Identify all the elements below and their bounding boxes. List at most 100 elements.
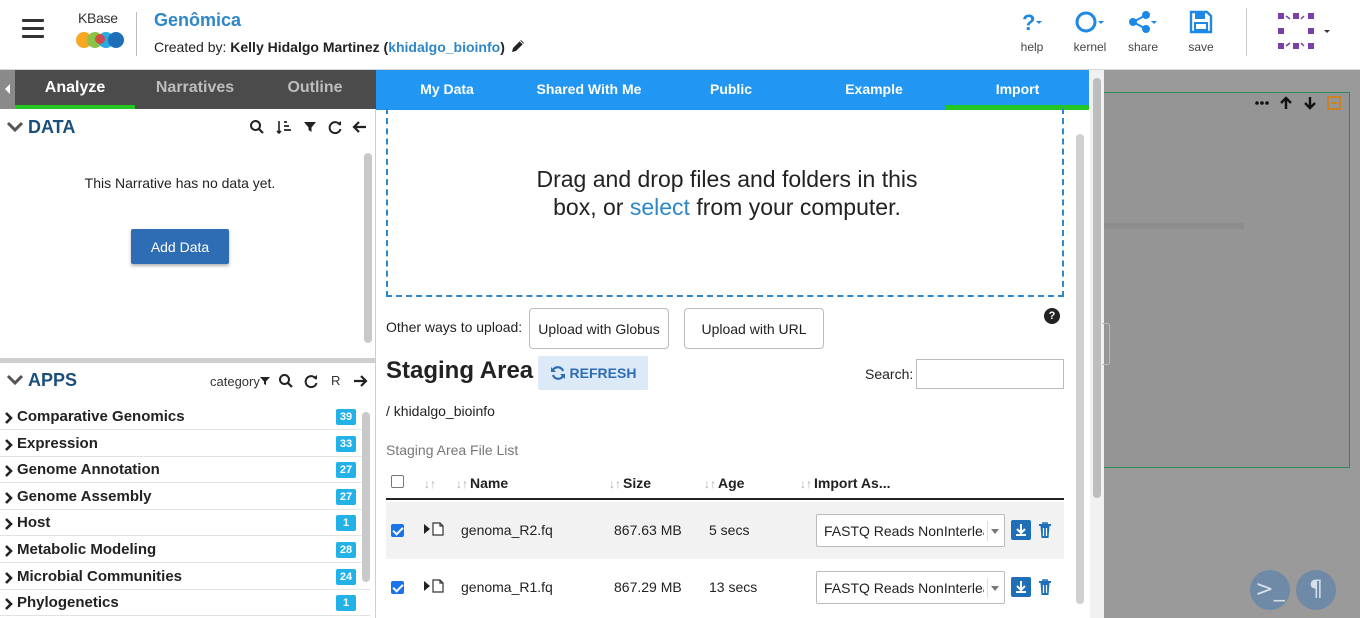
refresh-icon[interactable] xyxy=(303,373,319,389)
app-count-badge: 27 xyxy=(336,462,356,478)
chevron-down-icon[interactable] xyxy=(7,374,23,386)
logo-dots-icon xyxy=(76,32,124,48)
select-all-checkbox[interactable] xyxy=(391,475,404,488)
column-name[interactable]: ↓↑ Name xyxy=(456,475,508,491)
app-category-row[interactable]: Genome Annotation 27 xyxy=(0,457,370,483)
help-button[interactable]: ? help xyxy=(1008,10,1056,54)
app-category-name: Expression xyxy=(17,435,98,452)
app-category-row[interactable]: Microbial Communities 24 xyxy=(0,564,370,590)
app-category-row[interactable]: Phylogenetics 1 xyxy=(0,590,370,616)
app-count-badge: 1 xyxy=(336,515,356,531)
staging-search-input[interactable] xyxy=(916,359,1064,389)
cell-placeholder-bar xyxy=(1104,223,1244,229)
app-category-row[interactable]: Expression 33 xyxy=(0,431,370,457)
move-down-icon[interactable] xyxy=(1302,95,1318,111)
tab-analyze[interactable]: Analyze xyxy=(15,70,135,109)
kernel-button[interactable]: kernel xyxy=(1066,10,1114,54)
app-count-badge: 33 xyxy=(336,436,356,452)
arrow-left-icon[interactable] xyxy=(352,119,368,135)
file-select-checkbox[interactable] xyxy=(391,524,404,537)
add-data-button[interactable]: Add Data xyxy=(131,229,229,264)
app-count-badge: 24 xyxy=(336,569,356,585)
edit-pencil-icon[interactable] xyxy=(510,38,526,54)
upload-help-icon[interactable]: ? xyxy=(1044,308,1060,324)
column-size[interactable]: ↓↑ Size xyxy=(609,475,651,491)
save-icon xyxy=(1189,10,1213,34)
upload-url-button[interactable]: Upload with URL xyxy=(684,308,824,349)
category-dropdown[interactable]: category xyxy=(210,374,270,389)
app-category-row[interactable]: Host 1 xyxy=(0,510,370,536)
move-up-icon[interactable] xyxy=(1278,95,1294,111)
header-divider xyxy=(136,12,137,56)
menu-hamburger-icon[interactable] xyxy=(22,19,44,39)
tab-narratives[interactable]: Narratives xyxy=(135,70,255,109)
trash-icon[interactable] xyxy=(1038,578,1052,596)
tab-example[interactable]: Example xyxy=(802,70,946,110)
apps-menu-icon[interactable] xyxy=(1276,11,1334,53)
tab-outline[interactable]: Outline xyxy=(255,70,375,109)
file-dropzone[interactable]: Drag and drop files and folders in this … xyxy=(386,108,1064,297)
import-type-select[interactable]: FASTQ Reads NonInterleaved xyxy=(816,514,1005,547)
panel-splitter[interactable] xyxy=(0,358,376,363)
collapse-panel-icon[interactable] xyxy=(0,70,15,109)
column-import-as[interactable]: ↓↑ Import As... xyxy=(800,475,891,491)
chevron-right-icon xyxy=(5,545,13,557)
sort-icon[interactable] xyxy=(276,119,292,135)
app-category-row[interactable]: Genome Assembly 27 xyxy=(0,484,370,510)
other-ways-label: Other ways to upload: xyxy=(386,319,523,335)
more-options-icon[interactable] xyxy=(1254,95,1270,111)
app-category-row[interactable]: Metabolic Modeling 28 xyxy=(0,537,370,563)
column-age[interactable]: ↓↑ Age xyxy=(704,475,744,491)
select-files-link[interactable]: select xyxy=(630,194,690,220)
upload-globus-button[interactable]: Upload with Globus xyxy=(529,308,669,349)
file-age: 5 secs xyxy=(709,522,750,538)
cell-placeholder-box xyxy=(1102,323,1110,365)
created-by: Created by: Kelly Hidalgo Martinez (khid… xyxy=(154,39,505,55)
tab-public[interactable]: Public xyxy=(660,70,802,110)
search-icon[interactable] xyxy=(249,119,265,135)
chevron-down-icon[interactable] xyxy=(7,121,23,133)
app-category-name: Host xyxy=(17,514,51,531)
expand-sort-icon[interactable]: ↓↑ xyxy=(424,475,438,491)
share-button[interactable]: share xyxy=(1119,10,1167,54)
author-user-link[interactable]: khidalgo_bioinfo xyxy=(388,39,500,55)
file-table-header: ↓↑ ↓↑ Name ↓↑ Size ↓↑ Age ↓↑ Import As... xyxy=(386,468,1064,500)
arrow-right-icon[interactable] xyxy=(352,373,368,389)
category-label: category xyxy=(210,374,260,389)
save-button[interactable]: save xyxy=(1177,10,1225,54)
app-category-row[interactable]: Comparative Genomics 39 xyxy=(0,404,370,430)
expand-row-icon[interactable] xyxy=(424,581,430,591)
narrative-title[interactable]: Genômica xyxy=(154,10,241,31)
file-name: genoma_R2.fq xyxy=(461,522,553,538)
filter-icon[interactable] xyxy=(302,119,318,135)
terminal-button[interactable]: >_ xyxy=(1250,570,1290,610)
browser-scrollbar[interactable] xyxy=(1093,78,1101,498)
file-select-checkbox[interactable] xyxy=(391,581,404,594)
refresh-icon[interactable] xyxy=(327,119,343,135)
search-icon[interactable] xyxy=(278,373,294,389)
tab-import[interactable]: Import xyxy=(946,70,1089,110)
refresh-staging-button[interactable]: REFRESH xyxy=(538,356,648,390)
import-file-button[interactable] xyxy=(1011,577,1031,597)
trash-icon[interactable] xyxy=(1038,521,1052,539)
markdown-button[interactable]: ¶ xyxy=(1296,570,1336,610)
apps-section-title: APPS xyxy=(28,370,78,390)
data-scrollbar[interactable] xyxy=(364,153,372,343)
tab-my-data[interactable]: My Data xyxy=(376,70,518,110)
expand-row-icon[interactable] xyxy=(424,524,430,534)
data-section-title: DATA xyxy=(28,117,76,137)
import-type-select[interactable]: FASTQ Reads NonInterleaved xyxy=(816,571,1005,604)
narrative-cell[interactable] xyxy=(1102,92,1350,468)
browser-inner-scrollbar[interactable] xyxy=(1076,134,1084,604)
r-language-toggle[interactable]: R xyxy=(331,373,340,388)
kbase-logo[interactable]: KBase xyxy=(74,10,126,54)
apps-section-header: APPS R xyxy=(0,364,376,400)
import-file-button[interactable] xyxy=(1011,520,1031,540)
tab-shared-with-me[interactable]: Shared With Me xyxy=(518,70,660,110)
collapse-cell-icon[interactable] xyxy=(1326,95,1342,111)
chevron-right-icon xyxy=(5,492,13,504)
apps-scrollbar[interactable] xyxy=(362,412,370,582)
import-type-value: FASTQ Reads NonInterleaved xyxy=(824,523,984,539)
share-label: share xyxy=(1127,40,1159,54)
chevron-right-icon xyxy=(5,465,13,477)
